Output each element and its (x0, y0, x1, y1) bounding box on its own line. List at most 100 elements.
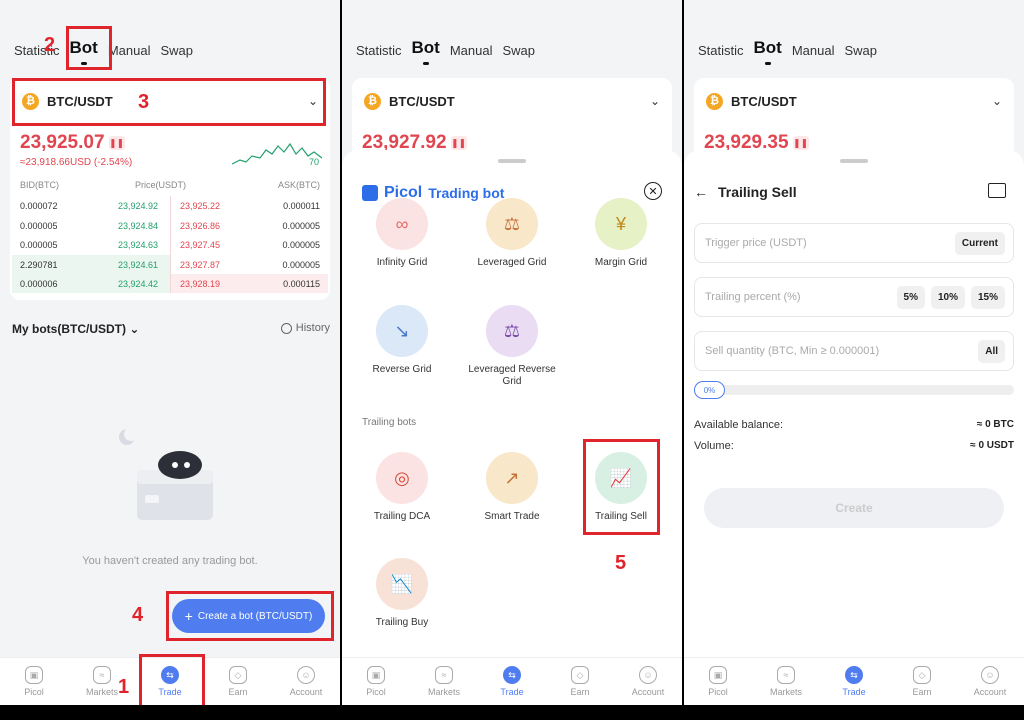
nav-earn[interactable]: ◇ Earn (204, 658, 272, 705)
user-icon: ☺ (981, 666, 999, 684)
tab-bot[interactable]: Bot (754, 38, 782, 65)
orderbook-ask: 0.000005 (282, 259, 320, 270)
bot-leveraged-reverse-grid[interactable]: ⚖ Leveraged Reverse Grid (462, 305, 562, 388)
annotation-number-2: 2 (44, 34, 56, 56)
chevron-down-icon: ⌄ (991, 94, 1002, 108)
orderbook-divider (170, 196, 171, 293)
empty-state-text: You haven't created any trading bot. (82, 555, 258, 567)
percent-15-chip[interactable]: 15% (970, 285, 1005, 309)
bot-picker-sheet: Picol Trading bot ✕ ∞ Infinity Grid ⚖ Le… (342, 150, 682, 657)
chart-icon: ≈ (93, 666, 111, 684)
diamond-icon: ◇ (913, 666, 931, 684)
bot-margin-grid[interactable]: ¥ Margin Grid (571, 198, 671, 269)
tab-statistic[interactable]: Statistic (356, 43, 402, 58)
bot-infinity-grid[interactable]: ∞ Infinity Grid (352, 198, 452, 269)
tab-swap[interactable]: Swap (844, 43, 877, 58)
candle-icon[interactable]: ❚❚ (450, 135, 467, 150)
nav-earn[interactable]: ◇ Earn (546, 658, 614, 705)
annotation-number-4: 4 (132, 604, 144, 626)
orderbook-ask: 0.000115 (283, 279, 320, 289)
orderbook-ask-price: 23,926.86 (180, 220, 221, 231)
percent-10-chip[interactable]: 10% (930, 285, 965, 309)
orderbook-ask-price: 23,927.45 (180, 240, 221, 250)
smart-trade-icon: ↗ (486, 452, 538, 504)
target-icon: ◎ (376, 452, 428, 504)
sell-quantity-field[interactable]: Sell quantity (BTC, Min ≥ 0.000001) All (694, 331, 1014, 371)
nav-account[interactable]: ☺ Account (272, 658, 340, 705)
bot-leveraged-grid[interactable]: ⚖ Leveraged Grid (462, 198, 562, 269)
create-button[interactable]: Create (704, 488, 1004, 528)
nav-trade[interactable]: ⇆ Trade (820, 658, 888, 705)
sheet-handle[interactable] (840, 159, 868, 163)
history-link[interactable]: History (280, 322, 330, 334)
tab-manual[interactable]: Manual (108, 43, 151, 58)
trigger-price-field[interactable]: Trigger price (USDT) Current (694, 223, 1014, 263)
quantity-slider-handle[interactable]: 0% (694, 381, 725, 399)
bottom-nav: ▣ Picol ≈ Markets ⇆ Trade ◇ Earn ☺ Account (342, 657, 682, 705)
bitcoin-icon: ₿ (706, 92, 723, 110)
annotation-box-5 (583, 439, 660, 535)
trade-icon: ⇆ (503, 666, 521, 684)
orderbook-bid-price: 23,924.61 (118, 259, 159, 270)
current-price-button[interactable]: Current (954, 231, 1005, 255)
pair-selector[interactable]: ₿ BTC/USDT ⌄ (352, 78, 672, 124)
candle-icon[interactable]: ❚❚ (108, 135, 125, 150)
tab-bot[interactable]: Bot (412, 38, 440, 65)
sheet-handle[interactable] (498, 159, 526, 163)
pair-selector[interactable]: ₿ BTC/USDT ⌄ (694, 78, 1014, 124)
annotation-number-5: 5 (615, 552, 627, 574)
bot-trailing-dca[interactable]: ◎ Trailing DCA (352, 452, 452, 523)
orderbook-ask-price: 23,927.87 (180, 259, 221, 270)
tab-statistic[interactable]: Statistic (698, 43, 744, 58)
tab-swap[interactable]: Swap (502, 43, 535, 58)
nav-trade[interactable]: ⇆ Trade (478, 658, 546, 705)
annotation-box-4 (166, 591, 334, 641)
chart-icon: ≈ (435, 666, 453, 684)
pair-label: BTC/USDT (731, 93, 797, 109)
quantity-slider-track[interactable] (694, 385, 1014, 395)
panel-bot-picker: Statistic Bot Manual Swap ₿ BTC/USDT ⌄ 2… (342, 0, 682, 705)
available-balance-row: Available balance: ≈ 0 BTC (694, 419, 1014, 431)
last-price: 23,925.07 ❚❚ (20, 132, 125, 153)
picol-icon: ▣ (367, 666, 385, 684)
picol-icon: ▣ (25, 666, 43, 684)
bot-smart-trade[interactable]: ↗ Smart Trade (462, 452, 562, 523)
nav-account[interactable]: ☺ Account (956, 658, 1024, 705)
orderbook-ask-price: 23,925.22 (180, 201, 221, 211)
tab-manual[interactable]: Manual (450, 43, 493, 58)
user-icon: ☺ (297, 666, 315, 684)
nav-markets[interactable]: ≈ Markets (410, 658, 478, 705)
panel-trailing-sell: Statistic Bot Manual Swap ₿ BTC/USDT ⌄ 2… (684, 0, 1024, 705)
all-quantity-button[interactable]: All (978, 339, 1005, 363)
orderbook-ask-price: 23,928.19 (180, 279, 221, 289)
nav-picol[interactable]: ▣ Picol (342, 658, 410, 705)
candle-icon[interactable]: ❚❚ (792, 135, 809, 150)
back-arrow-icon[interactable]: ← (694, 184, 708, 200)
nav-picol[interactable]: ▣ Picol (684, 658, 752, 705)
sparkline-value: 70 (309, 157, 320, 167)
user-icon: ☺ (639, 666, 657, 684)
bot-trailing-buy[interactable]: 📉 Trailing Buy (352, 558, 452, 629)
guide-book-icon[interactable] (988, 183, 1006, 198)
trailing-section-label: Trailing bots (362, 417, 417, 428)
nav-picol[interactable]: ▣ Picol (0, 658, 68, 705)
chevron-down-icon: ⌄ (129, 322, 140, 336)
price-usd-change: ≈23,918.66USD (-2.54%) (20, 157, 133, 168)
my-bots-dropdown[interactable]: My bots(BTC/USDT) ⌄ (12, 322, 139, 336)
tab-swap[interactable]: Swap (160, 43, 193, 58)
orderbook-bid: 2.290781 (20, 259, 58, 270)
percent-5-chip[interactable]: 5% (896, 285, 925, 309)
nav-account[interactable]: ☺ Account (614, 658, 682, 705)
bottom-strip (0, 705, 1024, 720)
annotation-number-1: 1 (118, 676, 130, 698)
orderbook-bid: 0.000005 (20, 220, 58, 231)
nav-markets[interactable]: ≈ Markets (752, 658, 820, 705)
annotation-box-2 (66, 26, 112, 70)
nav-earn[interactable]: ◇ Earn (888, 658, 956, 705)
top-tabs: Statistic Bot Manual Swap (698, 38, 877, 65)
trailing-percent-field[interactable]: Trailing percent (%) 5% 10% 15% (694, 277, 1014, 317)
bot-reverse-grid[interactable]: ↘ Reverse Grid (352, 305, 452, 376)
form-header: ← Trailing Sell (694, 184, 797, 200)
tab-manual[interactable]: Manual (792, 43, 835, 58)
clock-icon (280, 322, 292, 334)
